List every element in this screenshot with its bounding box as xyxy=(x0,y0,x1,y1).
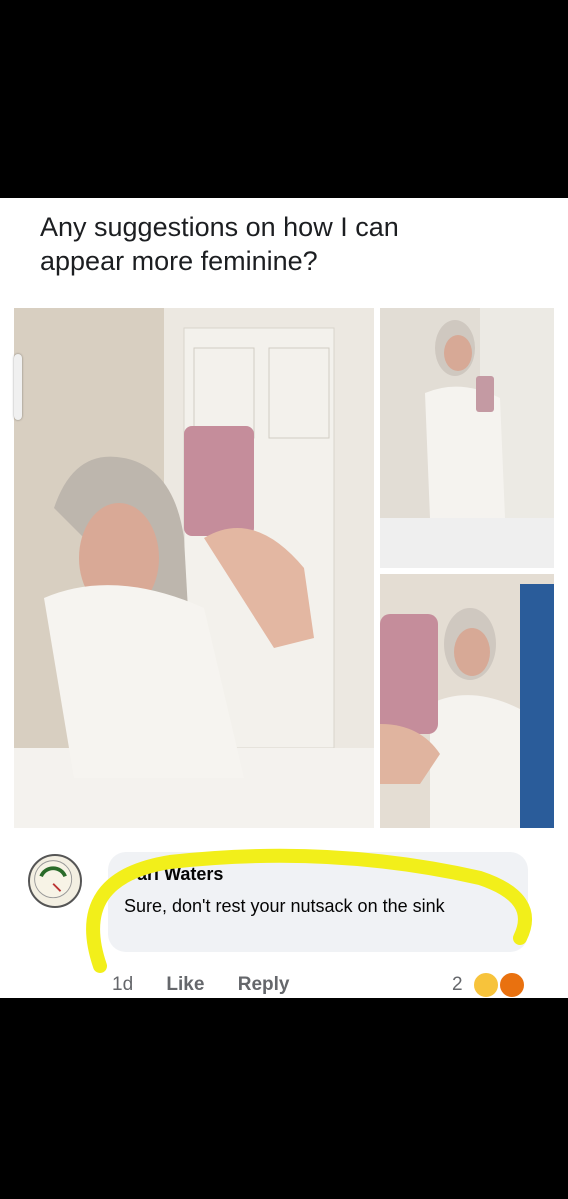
post-photo-bottom-right[interactable] xyxy=(380,574,554,828)
comment-author[interactable]: Carl Waters xyxy=(124,864,223,885)
reply-button[interactable]: Reply xyxy=(238,974,290,995)
angry-icon[interactable] xyxy=(498,971,526,998)
like-button[interactable]: Like xyxy=(166,974,204,995)
comment-time[interactable]: 1d xyxy=(112,974,133,995)
avatar[interactable] xyxy=(28,854,82,908)
reaction-count[interactable]: 2 xyxy=(452,974,463,996)
post-photo-top-right[interactable] xyxy=(380,308,554,568)
haha-icon[interactable] xyxy=(472,971,500,998)
post-photo-main[interactable] xyxy=(14,308,374,828)
post-card: Any suggestions on how I can appear more… xyxy=(0,198,568,998)
scroll-handle[interactable] xyxy=(14,354,22,420)
comment-text: Sure, don't rest your nutsack on the sin… xyxy=(124,896,445,916)
post-text: Any suggestions on how I can appear more… xyxy=(40,212,399,276)
comment-actions: 1d Like Reply xyxy=(112,974,317,996)
comment: Carl Waters Sure, don't rest your nutsac… xyxy=(0,838,568,998)
comment-bubble: Carl Waters Sure, don't rest your nutsac… xyxy=(108,852,528,952)
